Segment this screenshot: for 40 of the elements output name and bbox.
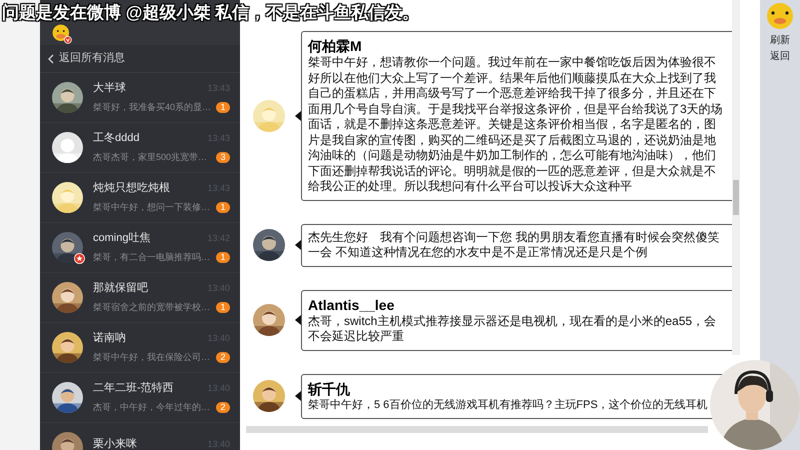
unread-badge: 1 — [216, 252, 230, 262]
contact-name: 诺南吶 — [93, 332, 126, 345]
unread-badge: 3 — [216, 152, 230, 162]
unread-badge: 2 — [216, 352, 230, 362]
pointer-icon — [295, 315, 301, 325]
message-preview: 桀哥中午好，想问一下装修… — [93, 201, 210, 213]
message-preview: 杰哥，中午好，今年过年的… — [93, 401, 210, 413]
scrollbar[interactable] — [732, 0, 740, 355]
contact-name: 二年二班-范特西 — [93, 382, 174, 395]
message-preview: 桀哥，有二合一电脑推荐吗… — [93, 251, 210, 263]
message-text: 杰先生您好 我有个问题想咨询一下您 我的男朋友看您直播有时候会突然傻笑一会 不知道这种情况在您的水友中是不是正常情况还是只是个例 — [308, 230, 720, 260]
sender-name: 何柏霖M — [308, 37, 363, 55]
message-text: 杰哥，switch主机模式推荐接显示器还是电视机，现在看的是小米的ea55，会不会延迟比较严重 — [308, 314, 718, 344]
message-preview: 杰哥杰哥，家里500兆宽带… — [93, 151, 208, 163]
unread-badge: 2 — [216, 402, 230, 412]
unread-badge: 1 — [216, 102, 230, 112]
message-preview: 桀哥好，我准备买40系的显… — [93, 101, 212, 113]
pointer-icon — [295, 240, 301, 250]
unread-badge: 1 — [216, 202, 230, 212]
message-preview: 桀哥宿舍之前的宽带被学校… — [93, 301, 210, 313]
panel-button[interactable]: 刷新 — [770, 34, 790, 48]
contact-name: 大半球 — [93, 82, 126, 95]
sender-name: Atlantis__lee — [308, 296, 396, 314]
contact-name: 那就保留吧 — [93, 282, 148, 295]
horizontal-scrollbar[interactable] — [246, 426, 708, 433]
panel-button[interactable]: 返回 — [770, 50, 790, 64]
contact-name: 工冬dddd — [93, 132, 140, 145]
pointer-icon — [295, 391, 301, 402]
pointer-icon — [295, 110, 301, 121]
contact-name: coming吐焦 — [93, 232, 150, 245]
message-preview: 桀哥中午好，我在保险公司… — [93, 351, 210, 363]
back-icon — [47, 54, 54, 64]
message-text: 桀哥中午好，想请教你一个问题。我过年前在一家中餐馆吃饭后因为体验很不好所以在他们大众上写了一个差评。结果年后他们顺藤摸瓜在大众上找到了我自己的蛋糕店，并用高级号写了一个恶意差评给我干掉了很多分，并且还在下面用几个号自导自演。于是我找平台举报这条评价，但是平台给我说了3天的场面话，就是不删掉这条恶意差评。关键是这条评价相当假，名字是匿名的，图片是我自家的宣传图，购买的二维码还是买了后截图立马退的，还说奶油是地沟油味的（问题是动物奶油是牛奶加工制作的，怎么可能有地沟油味），他们下面还删掉帮我说话的评论。明明就是假的一匹的恶意差评，但是大众就是不给我公正的处理。所以我想问有什么平台可以投诉大众这种平 — [308, 55, 724, 194]
contact-name: 栗小来咪 — [93, 438, 137, 450]
unread-badge: 1 — [216, 302, 230, 312]
duck-icon — [765, 2, 795, 32]
contact-name: 炖炖只想吃炖根 — [93, 182, 170, 195]
duck-avatar-icon — [52, 24, 72, 44]
sender-name: 斩千仇 — [308, 380, 351, 398]
message-text: 桀哥中午好，5 6百价位的无线游戏耳机有推荐吗？主玩FPS，这个价位的无线耳机 — [308, 398, 709, 412]
